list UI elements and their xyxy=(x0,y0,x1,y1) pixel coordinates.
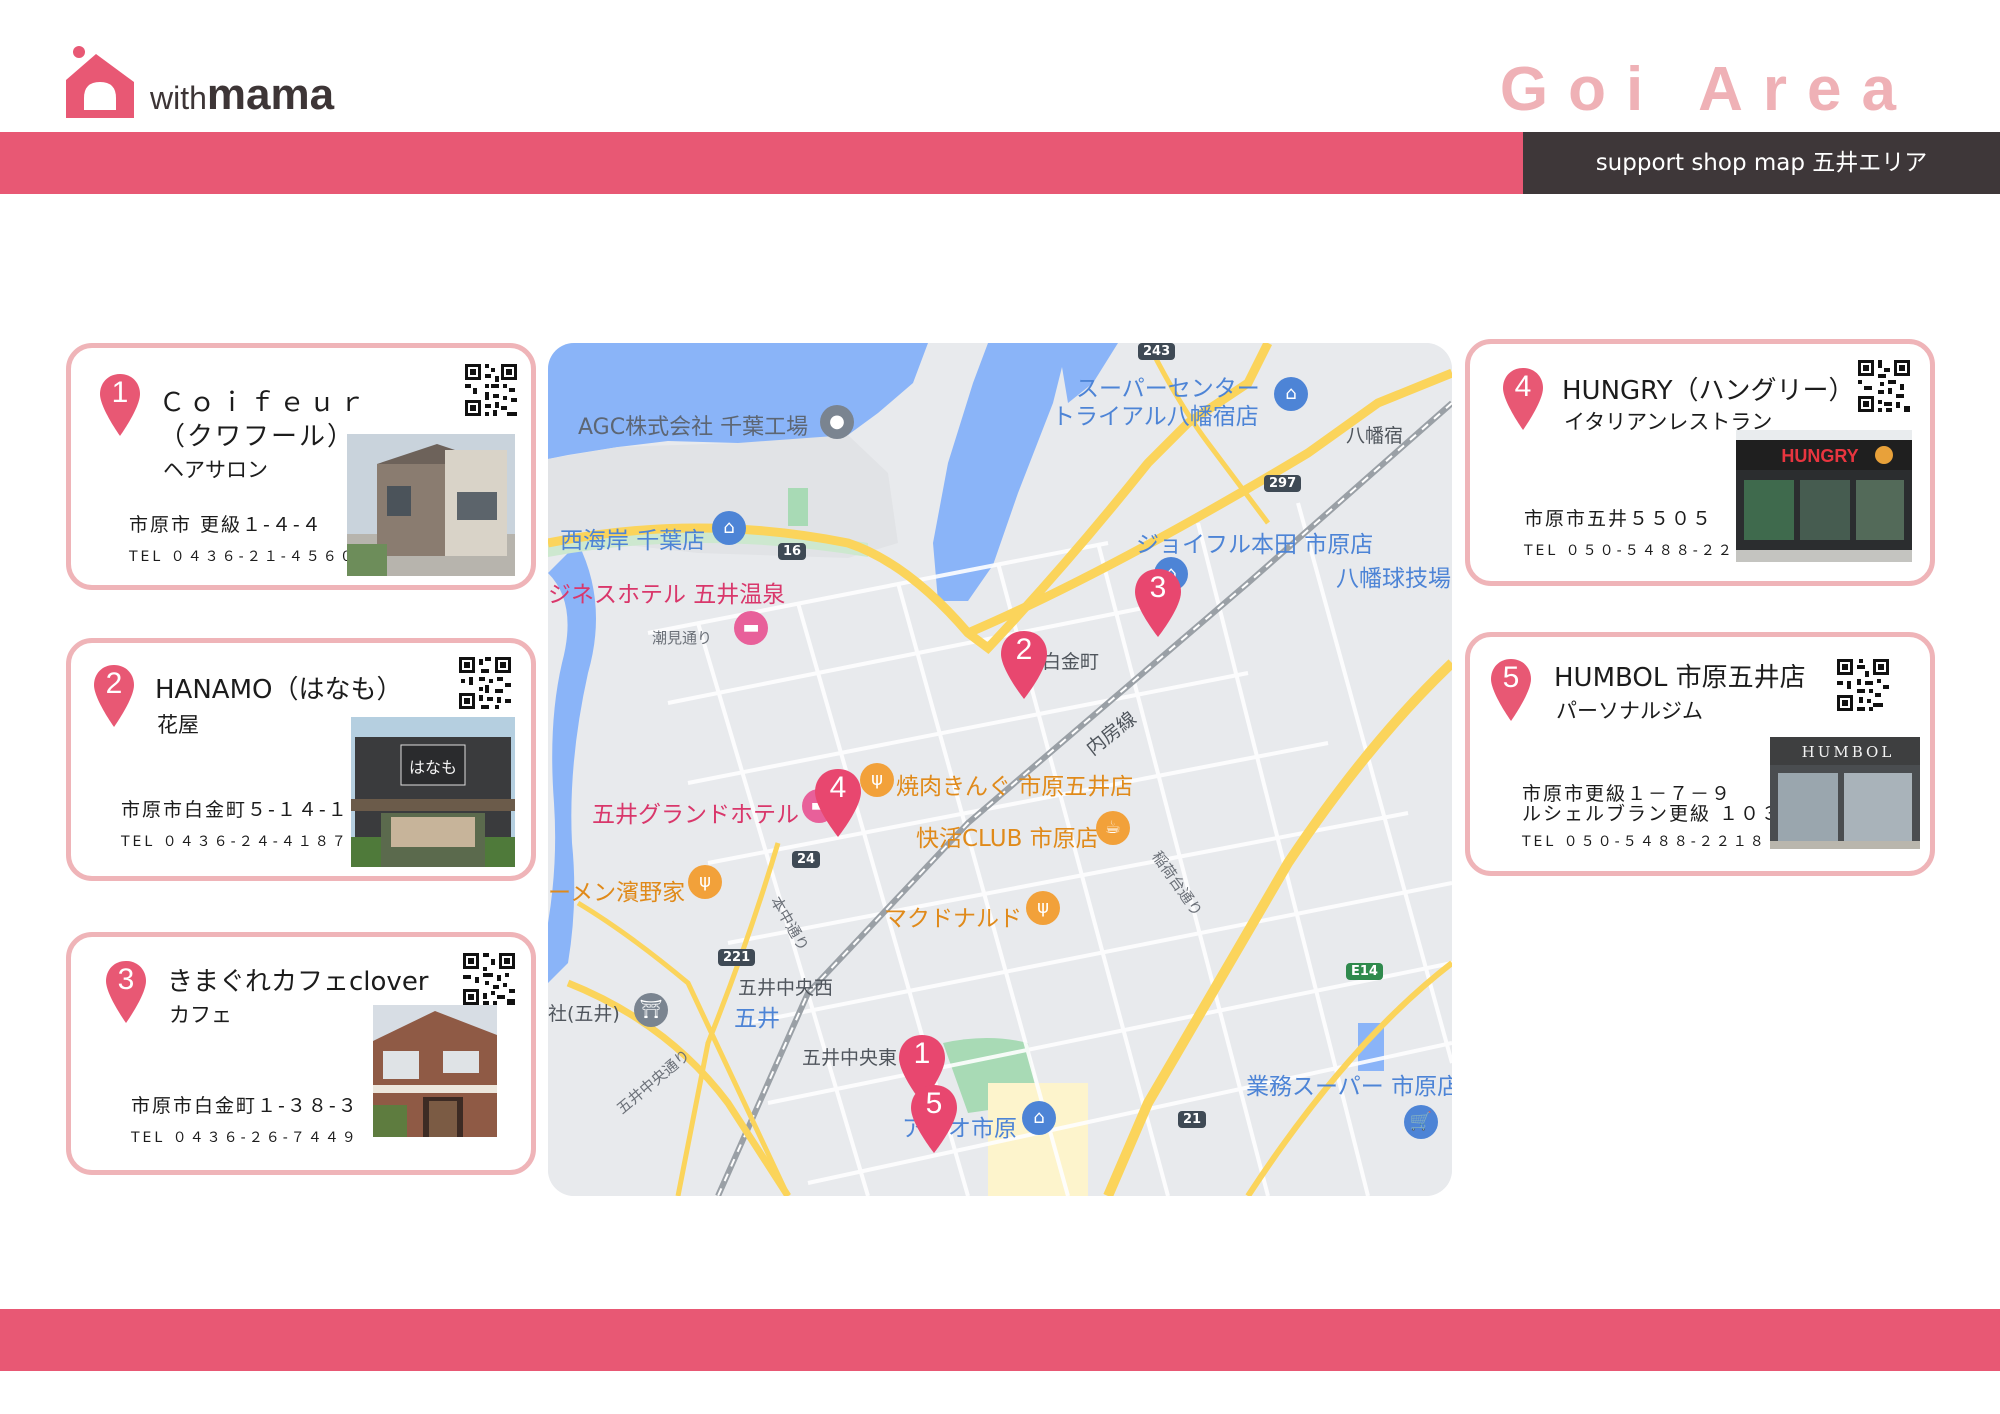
shop-number: 2 xyxy=(105,667,123,700)
shop-category: 花屋 xyxy=(157,713,199,737)
shop-photo: HUMBOL xyxy=(1770,737,1920,849)
qr-code-icon[interactable] xyxy=(1835,657,1891,713)
shop-category: ヘアサロン xyxy=(163,458,268,482)
shop-photo: HUNGRY xyxy=(1736,430,1912,562)
map-pin-number: 4 xyxy=(829,771,847,804)
map-pin-number: 5 xyxy=(925,1087,943,1120)
shop-number: 1 xyxy=(111,376,129,409)
shop-tel: TEL ０４３６-２４-４１８７ xyxy=(121,834,349,850)
map-label-gyomu: 業務スーパー 市原店 xyxy=(1246,1074,1452,1100)
shop-address: 市原市五井５５０５ xyxy=(1524,508,1714,530)
shop-name: HANAMO（はなも） xyxy=(155,675,403,705)
map-label-super-center-2: トライアル八幡宿店 xyxy=(1052,404,1259,430)
photo-sign-text: HUMBOL xyxy=(1802,743,1895,761)
shop-category: カフェ xyxy=(169,1003,232,1027)
shop-photo xyxy=(373,1005,497,1137)
shop-card-1[interactable]: 1 Ｃｏｉｆｅｕｒ （クワフール） ヘアサロン 市原市 更級１-４-４ TEL … xyxy=(66,343,536,590)
footer-band xyxy=(0,1309,2000,1371)
map-pin-number: 3 xyxy=(1149,571,1167,604)
map-label-shiomi: 潮見通り xyxy=(652,629,713,647)
shop-number: 3 xyxy=(117,963,135,996)
photo-sign-text: HUNGRY xyxy=(1781,446,1858,466)
map-label-ramen: ーメン濱野家 xyxy=(548,880,686,906)
route-shield-297: 297 xyxy=(1264,475,1302,492)
support-shop-map-label: support shop map 五井エリア xyxy=(1523,132,2000,194)
cafe-icon: ☕ xyxy=(1096,811,1130,845)
map-label-nishikaigan: 西海岸 千葉店 xyxy=(560,528,706,554)
location-icon: ● xyxy=(820,405,854,439)
route-shield-e14: E14 xyxy=(1346,963,1383,980)
map-label-joyful: ジョイフル本田 市原店 xyxy=(1136,532,1374,558)
shop-card-2[interactable]: 2 HANAMO（はなも） 花屋 市原市白金町５-１４-１ TEL ０４３６-２… xyxy=(66,638,536,881)
map-label-goi-chuo-higashi: 五井中央東 xyxy=(802,1047,898,1069)
map-pin-number: 2 xyxy=(1015,633,1033,666)
map-label-goi-station: 五井 xyxy=(734,1006,780,1032)
shop-address: 市原市 更級１-４-４ xyxy=(129,514,323,536)
map-label-yawata-stadium: 八幡球技場 xyxy=(1336,566,1451,592)
map-label-mcdonalds: マクドナルド xyxy=(884,906,1022,932)
route-shield-16: 16 xyxy=(778,543,807,560)
shop-photo xyxy=(347,434,515,576)
shop-number: 5 xyxy=(1502,661,1520,694)
map-label-grand-hotel: 五井グランドホテル xyxy=(592,802,799,828)
shop-category: パーソナルジム xyxy=(1556,699,1703,723)
restaurant-icon: ψ xyxy=(1026,891,1060,925)
map-label-shirogane: 白金町 xyxy=(1042,651,1100,673)
shop-address: 市原市白金町１-３８-３ xyxy=(131,1095,359,1117)
map-label-goi-chuo-nishi: 五井中央西 xyxy=(738,977,834,999)
route-shield-221: 221 xyxy=(718,949,756,966)
shop-address-line2: ルシェルブラン更級 １０３ xyxy=(1522,803,1783,825)
hotel-icon: ▬ xyxy=(734,611,768,645)
qr-code-icon[interactable] xyxy=(457,655,513,711)
map-label-kaikatsu: 快活CLUB 市原店 xyxy=(916,826,1099,852)
logo-wordmark: withmama xyxy=(150,70,335,119)
qr-code-icon[interactable] xyxy=(461,951,517,1007)
photo-sign-text: はなも xyxy=(409,758,457,777)
shop-tel: TEL ０５０-５４８８-２２１８ xyxy=(1524,543,1769,559)
map-label-yakiniku: 焼肉きんぐ 市原五井店 xyxy=(896,774,1134,800)
route-shield-21: 21 xyxy=(1178,1111,1207,1128)
qr-code-icon[interactable] xyxy=(463,362,519,418)
house-icon xyxy=(66,46,134,118)
route-shield-243: 243 xyxy=(1138,343,1176,360)
shop-tel: TEL ０４３６-２１-４５６０ xyxy=(129,549,357,565)
shopping-icon: ⌂ xyxy=(1274,377,1308,411)
map-label-yawatajuku: 八幡宿 xyxy=(1346,425,1404,447)
map-pin-number: 1 xyxy=(913,1037,931,1070)
shop-card-3[interactable]: 3 きまぐれカフェclover カフェ 市原市白金町１-３８-３ TEL ０４３… xyxy=(66,932,536,1175)
shop-name-kana: （クワフール） xyxy=(159,422,356,452)
shop-name: Ｃｏｉｆｅｕｒ xyxy=(159,388,370,418)
shrine-icon: ⛩ xyxy=(634,993,668,1027)
shop-name: きまぐれカフェclover xyxy=(167,967,429,997)
restaurant-icon: ψ xyxy=(860,763,894,797)
shop-card-5[interactable]: 5 HUMBOL 市原五井店 パーソナルジム 市原市更級１－７－９ ルシェルブラ… xyxy=(1465,632,1935,876)
area-title: Goi Area xyxy=(1499,55,1916,124)
map-label-agc: AGC株式会社 千葉工場 xyxy=(578,415,809,440)
shop-tel: TEL ０４３６-２６-７４４９ xyxy=(131,1130,359,1146)
restaurant-icon: ψ xyxy=(688,865,722,899)
shop-photo: はなも xyxy=(351,717,515,867)
area-map[interactable]: AGC株式会社 千葉工場 ● スーパーセンター トライアル八幡宿店 ⌂ 八幡宿 … xyxy=(548,343,1452,1196)
shop-name: HUMBOL 市原五井店 xyxy=(1554,663,1806,693)
route-shield-24: 24 xyxy=(792,851,821,868)
shop-card-4[interactable]: 4 HUNGRY（ハングリー） イタリアンレストラン 市原市五井５５０５ TEL… xyxy=(1465,339,1935,586)
shop-address: 市原市白金町５-１４-１ xyxy=(121,799,349,821)
map-label-hotel-onsen: ジネスホテル 五井温泉 xyxy=(548,582,786,608)
shopping-icon: ⌂ xyxy=(712,511,746,545)
cart-icon: 🛒 xyxy=(1404,1105,1438,1139)
shopping-icon: ⌂ xyxy=(1022,1101,1056,1135)
shop-number: 4 xyxy=(1514,370,1532,403)
shop-name: HUNGRY（ハングリー） xyxy=(1562,376,1855,406)
map-label-shrine: 社(五井) xyxy=(548,1003,620,1025)
qr-code-icon[interactable] xyxy=(1856,358,1912,414)
shop-tel: TEL ０５０-５４８８-２２１８ xyxy=(1522,834,1767,850)
